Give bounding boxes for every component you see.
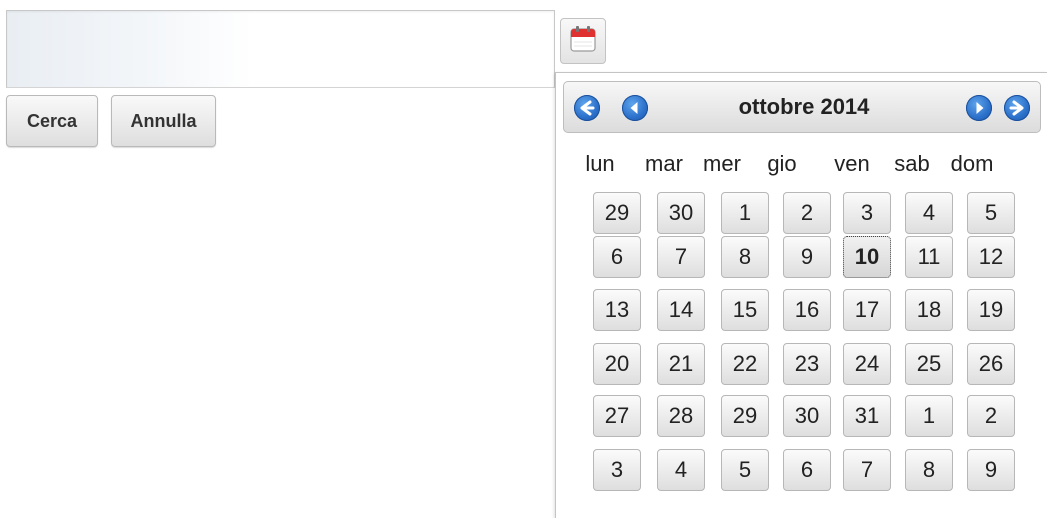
calendar-day[interactable]: 4 [657, 449, 705, 491]
calendar-day[interactable]: 4 [905, 192, 953, 234]
weekday-header: lun [585, 151, 615, 176]
prev-year-icon[interactable] [574, 95, 600, 121]
calendar-day-selected[interactable]: 10 [843, 236, 891, 278]
calendar-header: ottobre 2014 [563, 81, 1041, 133]
calendar-day[interactable]: 7 [657, 236, 705, 278]
prev-month-icon[interactable] [622, 95, 648, 121]
calendar-day[interactable]: 2 [783, 192, 831, 234]
calendar-day[interactable]: 21 [657, 343, 705, 385]
calendar-day[interactable]: 20 [593, 343, 641, 385]
calendar-day[interactable]: 3 [843, 192, 891, 234]
calendar-day[interactable]: 5 [721, 449, 769, 491]
calendar-day[interactable]: 7 [843, 449, 891, 491]
weekday-header: mer [703, 151, 741, 176]
calendar-day[interactable]: 9 [967, 449, 1015, 491]
calendar-day[interactable]: 15 [721, 289, 769, 331]
weekday-header: dom [950, 151, 994, 176]
calendar-day[interactable]: 16 [783, 289, 831, 331]
calendar-day[interactable]: 29 [593, 192, 641, 234]
calendar-day[interactable]: 30 [783, 395, 831, 437]
calendar-day[interactable]: 5 [967, 192, 1015, 234]
calendar-day[interactable]: 6 [783, 449, 831, 491]
calendar-day[interactable]: 13 [593, 289, 641, 331]
calendar-day[interactable]: 2 [967, 395, 1015, 437]
calendar-popup: ottobre 2014 lun mar mer gio ven sab dom 29 30 1… [555, 72, 1047, 518]
calendar-day[interactable]: 12 [967, 236, 1015, 278]
weekday-header: sab [894, 151, 930, 176]
calendar-day[interactable]: 23 [783, 343, 831, 385]
annulla-button[interactable]: Annulla [111, 95, 216, 147]
calendar-day[interactable]: 6 [593, 236, 641, 278]
calendar-day[interactable]: 1 [905, 395, 953, 437]
weekday-header: mar [645, 151, 683, 176]
calendar-day[interactable]: 27 [593, 395, 641, 437]
calendar-day[interactable]: 18 [905, 289, 953, 331]
search-input[interactable] [6, 10, 555, 88]
calendar-day[interactable]: 8 [721, 236, 769, 278]
calendar-day[interactable]: 30 [657, 192, 705, 234]
month-title: ottobre 2014 [738, 94, 870, 119]
calendar-day[interactable]: 11 [905, 236, 953, 278]
calendar-day[interactable]: 31 [843, 395, 891, 437]
calendar-day[interactable]: 28 [657, 395, 705, 437]
calendar-day[interactable]: 25 [905, 343, 953, 385]
calendar-day[interactable]: 14 [657, 289, 705, 331]
calendar-day[interactable]: 1 [721, 192, 769, 234]
calendar-day[interactable]: 9 [783, 236, 831, 278]
next-year-icon[interactable] [1004, 95, 1030, 121]
calendar-day[interactable]: 3 [593, 449, 641, 491]
calendar-trigger-button[interactable] [560, 18, 606, 64]
calendar-icon [568, 24, 598, 59]
weekday-header: ven [834, 151, 870, 176]
calendar-day[interactable]: 17 [843, 289, 891, 331]
calendar-day[interactable]: 19 [967, 289, 1015, 331]
calendar-day[interactable]: 8 [905, 449, 953, 491]
calendar-day[interactable]: 24 [843, 343, 891, 385]
calendar-day[interactable]: 29 [721, 395, 769, 437]
cerca-button[interactable]: Cerca [6, 95, 98, 147]
calendar-day[interactable]: 22 [721, 343, 769, 385]
weekday-header: gio [767, 151, 797, 176]
calendar-day[interactable]: 26 [967, 343, 1015, 385]
next-month-icon[interactable] [966, 95, 992, 121]
